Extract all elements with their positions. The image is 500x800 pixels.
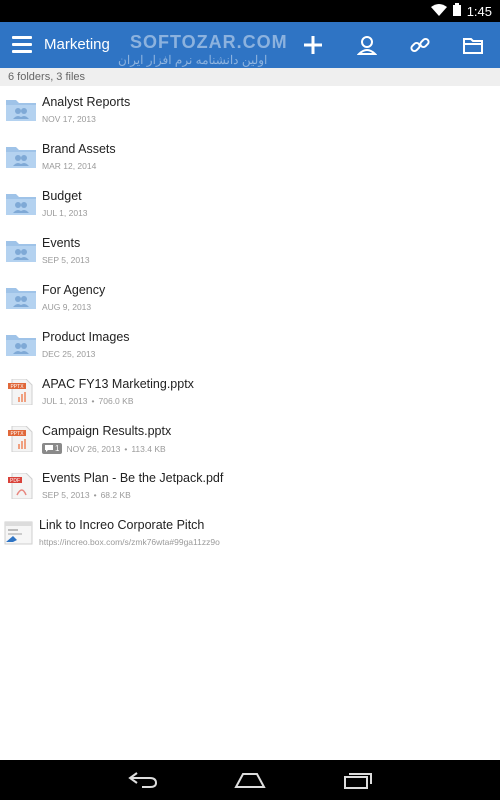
folder-row[interactable]: Analyst Reports NOV 17, 2013 [0, 86, 500, 133]
folder-date: MAR 12, 2014 [42, 161, 97, 171]
app-bar: Marketing SOFTOZAR.COM اولین دانشنامه نر… [0, 22, 500, 68]
folder-name: Product Images [42, 330, 130, 344]
file-date: JUL 1, 2013 [42, 396, 88, 406]
file-row[interactable]: PDF Events Plan - Be the Jetpack.pdf SEP… [0, 462, 500, 509]
battery-icon [452, 3, 461, 19]
folder-row[interactable]: Budget JUL 1, 2013 [0, 180, 500, 227]
file-meta: JUL 1, 2013 • 706.0 KB [42, 396, 134, 406]
file-date: SEP 5, 2013 [42, 490, 90, 500]
folder-name: Analyst Reports [42, 95, 131, 109]
folder-date: NOV 17, 2013 [42, 114, 96, 124]
folder-icon[interactable] [459, 31, 487, 59]
comment-badge[interactable]: 1 [42, 443, 63, 454]
folder-date: JUL 1, 2013 [42, 208, 88, 218]
shared-folder-icon [6, 191, 36, 217]
comment-count: 1 [55, 444, 60, 453]
shared-folder-icon [6, 144, 36, 170]
file-date: NOV 26, 2013 [66, 443, 121, 454]
file-name: APAC FY13 Marketing.pptx [42, 377, 194, 391]
bookmark-name: Link to Increo Corporate Pitch [39, 518, 205, 532]
watermark-subtitle: اولین دانشنامه نرم افزار ایران [118, 53, 268, 67]
user-icon[interactable] [353, 31, 381, 59]
file-name: Events Plan - Be the Jetpack.pdf [42, 471, 224, 485]
pptx-file-icon: PPTX [6, 378, 36, 406]
bookmark-row[interactable]: Link to Increo Corporate Pitch https://i… [0, 509, 500, 556]
clock: 1:45 [466, 3, 492, 19]
file-size: 113.4 KB [131, 443, 166, 454]
file-type-label: PPTX [10, 384, 24, 390]
pdf-file-icon: PDF [6, 472, 36, 500]
file-size: 68.2 KB [100, 490, 131, 500]
web-link-icon [4, 520, 34, 546]
file-meta: SEP 5, 2013 • 68.2 KB [42, 490, 131, 500]
folder-summary: 6 folders, 3 files [0, 68, 500, 86]
folder-row[interactable]: Events SEP 5, 2013 [0, 227, 500, 274]
file-row[interactable]: PPTX APAC FY13 Marketing.pptx JUL 1, 201… [0, 368, 500, 415]
shared-folder-icon [6, 332, 36, 358]
status-bar: 1:45 [0, 0, 500, 22]
folder-date: SEP 5, 2013 [42, 255, 90, 265]
folder-title: Marketing [44, 36, 110, 53]
plus-icon[interactable] [299, 31, 327, 59]
menu-icon[interactable] [12, 36, 32, 54]
home-icon[interactable] [232, 768, 268, 792]
folder-row[interactable]: Brand Assets MAR 12, 2014 [0, 133, 500, 180]
folder-date: AUG 9, 2013 [42, 302, 92, 312]
comment-icon [45, 445, 53, 452]
shared-folder-icon [6, 238, 36, 264]
watermark: SOFTOZAR.COM [130, 32, 288, 52]
file-type-label: PDF [10, 478, 20, 484]
folder-row[interactable]: For Agency AUG 9, 2013 [0, 274, 500, 321]
folder-date: DEC 25, 2013 [42, 349, 96, 359]
folder-name: Brand Assets [42, 142, 116, 156]
file-list: Analyst Reports NOV 17, 2013 Brand Asset… [0, 86, 500, 556]
wifi-icon [430, 3, 447, 19]
separator-dot: • [124, 443, 128, 454]
file-row[interactable]: PPTX Campaign Results.pptx 1 NOV 26, 201… [0, 415, 500, 462]
recent-apps-icon[interactable] [340, 768, 376, 792]
back-icon[interactable] [125, 768, 161, 792]
system-nav-bar [0, 760, 500, 800]
folder-name: For Agency [42, 283, 106, 297]
file-meta: 1 NOV 26, 2013 • 113.4 KB [42, 443, 166, 454]
file-name: Campaign Results.pptx [42, 424, 172, 438]
file-size: 706.0 KB [98, 396, 134, 406]
folder-name: Budget [42, 189, 82, 203]
link-icon[interactable] [406, 31, 434, 59]
file-type-label: PPTX [10, 431, 24, 437]
pptx-file-icon: PPTX [6, 425, 36, 453]
separator-dot: • [93, 490, 97, 500]
bookmark-url: https://increo.box.com/s/zmk76wta#99ga11… [39, 537, 220, 547]
folder-name: Events [42, 236, 81, 250]
shared-folder-icon [6, 97, 36, 123]
folder-row[interactable]: Product Images DEC 25, 2013 [0, 321, 500, 368]
separator-dot: • [91, 396, 95, 406]
shared-folder-icon [6, 285, 36, 311]
